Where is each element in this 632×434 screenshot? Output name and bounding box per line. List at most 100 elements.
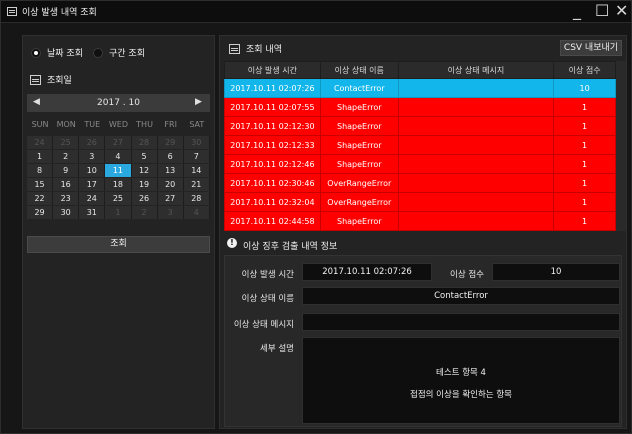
calendar-day[interactable]: 29 [157, 136, 184, 149]
calendar-day[interactable]: 1 [27, 150, 54, 163]
calendar-day[interactable]: 2 [53, 150, 80, 163]
calendar-day[interactable]: 19 [131, 178, 158, 191]
table-row[interactable]: 2017.10.11 02:12:30 ShapeError 1 [224, 116, 616, 136]
table-row[interactable]: 2017.10.11 02:07:26 ContactError 10 [224, 78, 616, 98]
radio-date-search[interactable]: 날짜 조회 [31, 46, 83, 59]
weekday-label: SAT [189, 120, 205, 129]
calendar-day[interactable]: 26 [79, 136, 106, 149]
calendar-day[interactable]: 10 [79, 164, 106, 177]
calendar-day[interactable]: 24 [27, 136, 54, 149]
calendar-day[interactable]: 18 [105, 178, 132, 191]
table-cell: 10 [553, 78, 616, 98]
list-icon [229, 43, 240, 54]
calendar-day[interactable]: 7 [183, 150, 210, 163]
table-cell: OverRangeError [319, 192, 399, 212]
calendar-day[interactable]: 4 [105, 150, 132, 163]
calendar-day[interactable]: 5 [131, 150, 158, 163]
weekday-label: FRI [164, 120, 177, 129]
calendar-week: 29 30 31 1 2 3 4 [27, 206, 210, 219]
score-field: 10 [492, 263, 620, 281]
table-cell [397, 78, 555, 98]
calendar-day[interactable]: 3 [79, 150, 106, 163]
calendar-day[interactable]: 6 [157, 150, 184, 163]
calendar-day[interactable]: 27 [105, 136, 132, 149]
calendar-day[interactable]: 27 [157, 192, 184, 205]
column-header[interactable]: 이상 발생 시간 [224, 61, 321, 79]
calendar-day[interactable]: 28 [183, 192, 210, 205]
table-cell: ContactError [319, 78, 399, 98]
table-cell [397, 154, 555, 174]
calendar-day[interactable]: 13 [157, 164, 184, 177]
calendar-day[interactable]: 17 [79, 178, 106, 191]
table-row[interactable]: 2017.10.11 02:12:46 ShapeError 1 [224, 154, 616, 174]
calendar-week: 8 9 10 11 12 13 14 [27, 164, 210, 177]
radio-dot [93, 47, 103, 58]
description-field: 테스트 항목 4 접점의 이상을 확인하는 항목 [302, 337, 620, 424]
calendar-day[interactable]: 30 [183, 136, 210, 149]
calendar-day[interactable]: 16 [53, 178, 80, 191]
minimize-button[interactable]: _ [573, 3, 581, 19]
date-section-title: 조회일 [47, 76, 72, 86]
column-header[interactable]: 이상 점수 [553, 61, 616, 79]
table-row[interactable]: 2017.10.11 02:07:55 ShapeError 1 [224, 97, 616, 117]
table-cell: 2017.10.11 02:12:33 [224, 135, 321, 155]
table-scrollbar[interactable] [616, 61, 626, 231]
calendar-day[interactable]: 21 [183, 178, 210, 191]
table-row[interactable]: 2017.10.11 02:44:58 ShapeError 1 [224, 211, 616, 231]
column-header[interactable]: 이상 상태 이름 [319, 61, 399, 79]
date-section-header: 조회일 [30, 73, 72, 86]
calendar-day[interactable]: 22 [27, 192, 54, 205]
time-label: 이상 발생 시간 [241, 270, 294, 280]
table-row[interactable]: 2017.10.11 02:30:46 OverRangeError 1 [224, 173, 616, 193]
table-cell: 1 [553, 154, 616, 174]
calendar-day[interactable]: 12 [131, 164, 158, 177]
calendar-day-selected[interactable]: 11 [105, 164, 132, 177]
weekday-label: MON [56, 120, 76, 129]
calendar-week: 24 25 26 27 28 29 30 [27, 136, 210, 149]
name-label: 이상 상태 이름 [241, 294, 294, 304]
calendar-day[interactable]: 23 [53, 192, 80, 205]
message-field [302, 313, 620, 331]
calendar-week: 15 16 17 18 19 20 21 [27, 178, 210, 191]
calendar-day[interactable]: 1 [105, 206, 132, 219]
calendar-day[interactable]: 3 [157, 206, 184, 219]
column-header[interactable]: 이상 상태 메시지 [397, 61, 555, 79]
alert-icon: ! [227, 238, 237, 248]
table-cell [397, 116, 555, 136]
table-cell [397, 192, 555, 212]
calendar-day[interactable]: 2 [131, 206, 158, 219]
radio-range-search[interactable]: 구간 조회 [93, 46, 145, 59]
maximize-button[interactable]: ☐ [595, 3, 609, 19]
weekday-label: WED [108, 120, 128, 129]
calendar-day[interactable]: 4 [183, 206, 210, 219]
calendar-day[interactable]: 8 [27, 164, 54, 177]
calendar-week: 1 2 3 4 5 6 7 [27, 150, 210, 163]
calendar-day[interactable]: 14 [183, 164, 210, 177]
calendar-day[interactable]: 26 [131, 192, 158, 205]
radio-range-label: 구간 조회 [109, 49, 145, 59]
table-cell: 2017.10.11 02:30:46 [224, 173, 321, 193]
close-button[interactable]: ✕ [615, 3, 628, 19]
calendar-day[interactable]: 20 [157, 178, 184, 191]
calendar-day[interactable]: 31 [79, 206, 106, 219]
table-cell: 2017.10.11 02:44:58 [224, 211, 321, 231]
table-cell: 2017.10.11 02:32:04 [224, 192, 321, 212]
calendar-day[interactable]: 9 [53, 164, 80, 177]
calendar-day[interactable]: 30 [53, 206, 80, 219]
search-button[interactable]: 조회 [27, 236, 210, 253]
calendar-day[interactable]: 29 [27, 206, 54, 219]
table-cell: 1 [553, 135, 616, 155]
calendar-day[interactable]: 25 [53, 136, 80, 149]
table-row[interactable]: 2017.10.11 02:32:04 OverRangeError 1 [224, 192, 616, 212]
calendar-day[interactable]: 24 [79, 192, 106, 205]
calendar-day[interactable]: 15 [27, 178, 54, 191]
csv-export-button[interactable]: CSV 내보내기 [560, 40, 622, 56]
name-field: ContactError [302, 287, 620, 305]
weekday-label: THU [136, 120, 153, 129]
table-row[interactable]: 2017.10.11 02:12:33 ShapeError 1 [224, 135, 616, 155]
next-month-button[interactable]: ▶ [195, 97, 202, 107]
calendar-day[interactable]: 25 [105, 192, 132, 205]
window-title: 이상 발생 내역 조회 [22, 8, 97, 18]
table-cell [397, 173, 555, 193]
calendar-day[interactable]: 28 [131, 136, 158, 149]
